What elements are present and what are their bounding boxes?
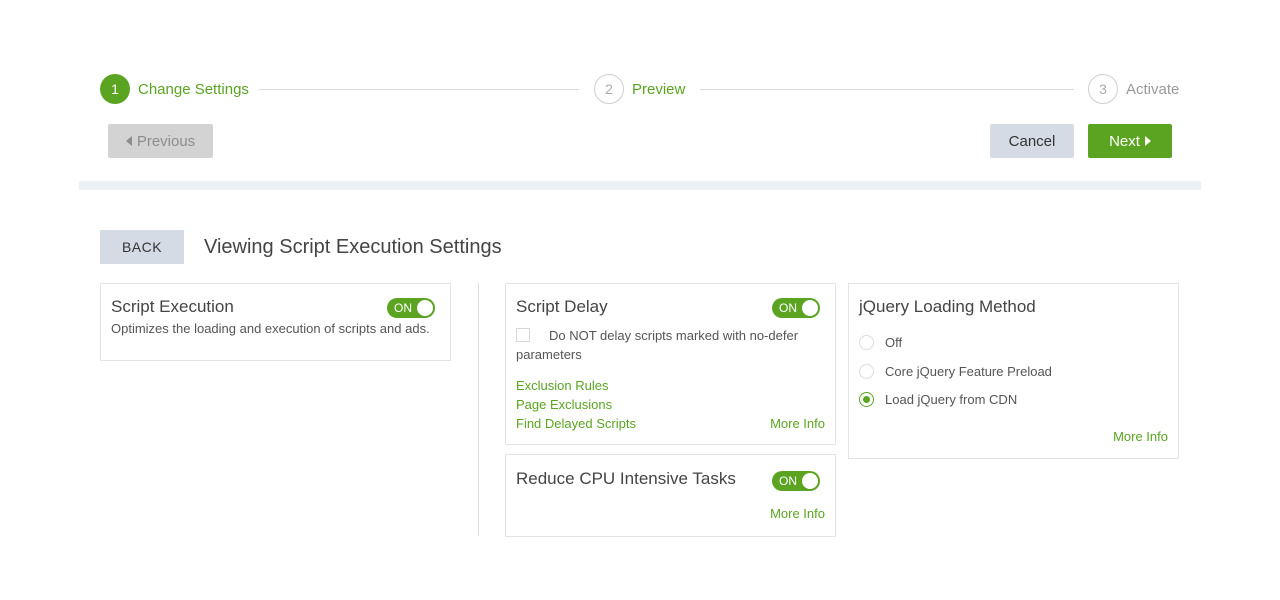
toggle-knob	[802, 300, 818, 316]
card-title: Script Delay	[516, 297, 608, 316]
page-title: Viewing Script Execution Settings	[204, 236, 502, 258]
more-info-link[interactable]: More Info	[770, 416, 825, 431]
step-connector	[259, 89, 579, 90]
card-title: Script Execution	[111, 297, 234, 316]
script-execution-toggle[interactable]: ON	[387, 298, 435, 318]
step-number: 1	[100, 74, 130, 104]
step-label: Activate	[1126, 80, 1180, 98]
next-button-label: Next	[1109, 132, 1140, 150]
toggle-state: ON	[394, 301, 412, 315]
cancel-button-label: Cancel	[1008, 132, 1056, 150]
previous-button-label: Previous	[136, 132, 196, 150]
back-button[interactable]: BACK	[100, 230, 184, 264]
step-activate[interactable]: 3 Activate	[1088, 72, 1179, 106]
reduce-cpu-card: Reduce CPU Intensive Tasks ON More Info	[505, 454, 836, 537]
toggle-knob	[802, 473, 818, 489]
radio-core-preload[interactable]	[859, 364, 874, 379]
column-divider	[478, 283, 479, 536]
cancel-button[interactable]: Cancel	[990, 124, 1074, 158]
no-defer-label-continued: parameters	[516, 347, 582, 362]
page-exclusions-link[interactable]: Page Exclusions	[516, 397, 612, 412]
section-divider	[79, 181, 1201, 190]
caret-right-icon	[1144, 136, 1151, 146]
step-label: Change Settings	[138, 80, 249, 98]
toggle-knob	[417, 300, 433, 316]
radio-label-core-preload: Core jQuery Feature Preload	[885, 364, 1052, 379]
step-number: 2	[594, 74, 624, 104]
more-info-link[interactable]: More Info	[1113, 429, 1168, 444]
next-button[interactable]: Next	[1088, 124, 1172, 158]
radio-cdn[interactable]	[859, 392, 874, 407]
step-number: 3	[1088, 74, 1118, 104]
script-delay-toggle[interactable]: ON	[772, 298, 820, 318]
more-info-link[interactable]: More Info	[770, 506, 825, 521]
radio-label-cdn: Load jQuery from CDN	[885, 392, 1018, 407]
script-delay-card: Script Delay ON Do NOT delay scripts mar…	[505, 283, 836, 445]
no-defer-checkbox[interactable]	[516, 328, 530, 342]
step-label: Preview	[632, 80, 686, 98]
card-description: Optimizes the loading and execution of s…	[111, 321, 430, 336]
step-connector	[700, 89, 1074, 90]
no-defer-label: Do NOT delay scripts marked with no-defe…	[549, 328, 799, 343]
radio-off[interactable]	[859, 335, 874, 350]
caret-left-icon	[125, 136, 132, 146]
progress-stepper: 1 Change Settings 2 Preview 3 Activate	[100, 72, 1180, 106]
find-delayed-scripts-link[interactable]: Find Delayed Scripts	[516, 416, 636, 431]
script-execution-card: Script Execution ON Optimizes the loadin…	[100, 283, 451, 361]
toggle-state: ON	[779, 301, 797, 315]
radio-label-off: Off	[885, 335, 903, 350]
exclusion-rules-link[interactable]: Exclusion Rules	[516, 378, 609, 393]
step-change-settings[interactable]: 1 Change Settings	[100, 72, 249, 106]
previous-button[interactable]: Previous	[108, 124, 213, 158]
reduce-cpu-toggle[interactable]: ON	[772, 471, 820, 491]
step-preview[interactable]: 2 Preview	[594, 72, 685, 106]
jquery-loading-card: jQuery Loading Method Off Core jQuery Fe…	[848, 283, 1179, 459]
card-title: jQuery Loading Method	[859, 297, 1036, 316]
card-title: Reduce CPU Intensive Tasks	[516, 469, 736, 488]
toggle-state: ON	[779, 474, 797, 488]
